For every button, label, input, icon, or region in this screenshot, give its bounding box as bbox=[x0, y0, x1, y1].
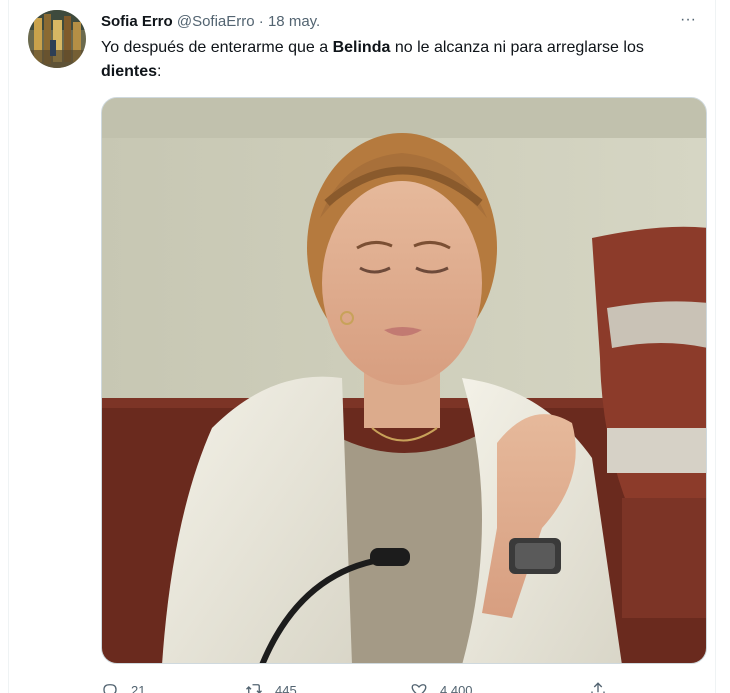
like-count: 4,400 bbox=[440, 682, 473, 693]
author-avatar[interactable] bbox=[28, 10, 86, 68]
share-icon bbox=[591, 682, 605, 693]
header-separator: · bbox=[258, 13, 264, 30]
reply-count: 21 bbox=[131, 682, 146, 693]
retweet-icon bbox=[246, 684, 262, 693]
heart-icon bbox=[411, 684, 427, 693]
timeline-divider-left bbox=[8, 0, 9, 693]
retweet-button[interactable]: 445 bbox=[245, 678, 297, 693]
tweet-text-part: : bbox=[157, 63, 162, 80]
tweet-text-bold: dientes bbox=[101, 63, 158, 80]
tweet-header: Sofia Erro @SofiaErro · 18 may. ··· bbox=[101, 10, 700, 32]
reply-button[interactable]: 21 bbox=[101, 678, 145, 693]
more-options-icon[interactable]: ··· bbox=[676, 10, 700, 32]
like-button[interactable]: 4,400 bbox=[410, 678, 473, 693]
author-name[interactable]: Sofia Erro bbox=[101, 13, 173, 30]
tweet-date[interactable]: 18 may. bbox=[268, 13, 320, 30]
tweet-text-part: Yo después de enterarme que a bbox=[101, 39, 333, 56]
reply-icon bbox=[103, 684, 117, 693]
tweet-text-bold: Belinda bbox=[332, 39, 391, 56]
tweet-text-part: no le alcanza ni para arreglarse los bbox=[390, 39, 644, 56]
tweet-text: Yo después de enterarme que a Belinda no… bbox=[101, 36, 711, 84]
share-button[interactable] bbox=[589, 678, 607, 693]
tweet-media-image[interactable] bbox=[101, 97, 707, 664]
tweet-actions: 21 445 4,400 bbox=[101, 678, 711, 693]
tweet-card[interactable]: Sofia Erro @SofiaErro · 18 may. ··· Yo d… bbox=[0, 0, 730, 693]
timeline-divider-right bbox=[715, 0, 716, 693]
retweet-count: 445 bbox=[275, 682, 297, 693]
author-handle[interactable]: @SofiaErro bbox=[177, 13, 255, 30]
